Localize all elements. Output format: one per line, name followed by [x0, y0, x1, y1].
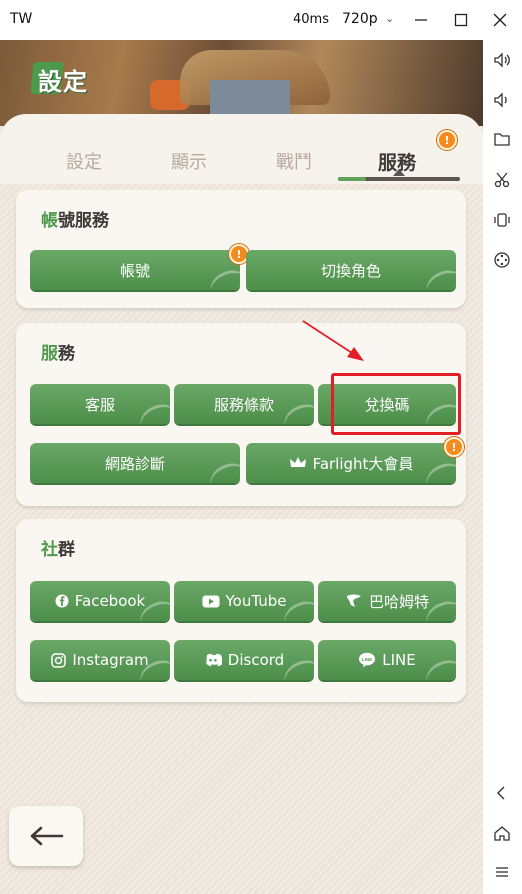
- community-panel: 社群 Facebook YouTube 巴哈姆特 Instagram Disco…: [16, 519, 466, 702]
- svg-text:LINE: LINE: [362, 657, 372, 662]
- farlight-membership-button[interactable]: Farlight大會員: [246, 443, 456, 483]
- tab-display[interactable]: 顯示: [171, 148, 207, 174]
- volume-up-icon[interactable]: [490, 48, 514, 72]
- back-button[interactable]: [9, 806, 83, 866]
- bahamut-button[interactable]: 巴哈姆特: [318, 581, 456, 621]
- settings-logo: 設定: [30, 62, 90, 96]
- tab-settings[interactable]: 設定: [66, 148, 102, 174]
- account-services-panel: 帳號服務 帳號 ! 切換角色: [16, 190, 466, 308]
- annotation-highlight-box: [331, 373, 461, 435]
- account-services-title: 帳號服務: [41, 211, 109, 231]
- facebook-button[interactable]: Facebook: [30, 581, 170, 621]
- line-icon: LINE: [358, 652, 376, 668]
- facebook-icon: [55, 594, 69, 608]
- discord-icon: [204, 653, 222, 667]
- tab-underline-accent: [338, 177, 366, 181]
- close-icon[interactable]: [488, 8, 512, 32]
- minimize-icon[interactable]: [409, 8, 433, 32]
- account-button[interactable]: 帳號: [30, 250, 240, 290]
- emulator-sidebar: [483, 40, 522, 894]
- window-title-bar: TW 40ms 720p ⌄: [0, 0, 522, 40]
- instagram-button[interactable]: Instagram: [30, 640, 170, 680]
- terms-of-service-button[interactable]: 服務條款: [174, 384, 314, 424]
- latency-readout: 40ms: [293, 12, 329, 27]
- crown-icon: [289, 456, 307, 470]
- service-title: 服務: [41, 344, 75, 364]
- chevron-down-icon[interactable]: ⌄: [385, 12, 394, 25]
- game-viewport: 設定 設定 顯示 戰鬥 服務 ! 帳號服務 帳號 ! 切換角色 服務 客服 服務…: [0, 40, 483, 894]
- scissors-icon[interactable]: [490, 168, 514, 192]
- tab-bar: 設定 顯示 戰鬥 服務 !: [0, 114, 483, 184]
- switch-character-button[interactable]: 切換角色: [246, 250, 456, 290]
- maximize-icon[interactable]: [449, 8, 473, 32]
- bahamut-icon: [345, 593, 363, 609]
- tab-indicator-caret: [393, 169, 405, 176]
- folder-icon[interactable]: [490, 127, 514, 151]
- arrow-left-icon: [30, 826, 64, 846]
- alert-badge: !: [437, 130, 457, 150]
- home-icon[interactable]: [490, 821, 514, 845]
- youtube-icon: [202, 595, 220, 608]
- tab-battle[interactable]: 戰鬥: [276, 148, 312, 174]
- line-button[interactable]: LINE LINE: [318, 640, 456, 680]
- volume-down-icon[interactable]: [490, 88, 514, 112]
- membership-alert-badge: !: [444, 437, 464, 457]
- youtube-button[interactable]: YouTube: [174, 581, 314, 621]
- rotate-icon[interactable]: [490, 208, 514, 232]
- window-title: TW: [10, 11, 33, 27]
- resolution-select[interactable]: 720p: [342, 11, 378, 27]
- customer-service-button[interactable]: 客服: [30, 384, 170, 424]
- instagram-icon: [51, 652, 67, 668]
- back-icon[interactable]: [490, 781, 514, 805]
- logo-text: 設定: [38, 67, 88, 96]
- discord-button[interactable]: Discord: [174, 640, 314, 680]
- gamepad-icon[interactable]: [490, 248, 514, 272]
- menu-icon[interactable]: [490, 860, 514, 884]
- network-diagnosis-button[interactable]: 網路診斷: [30, 443, 240, 483]
- community-title: 社群: [41, 540, 75, 560]
